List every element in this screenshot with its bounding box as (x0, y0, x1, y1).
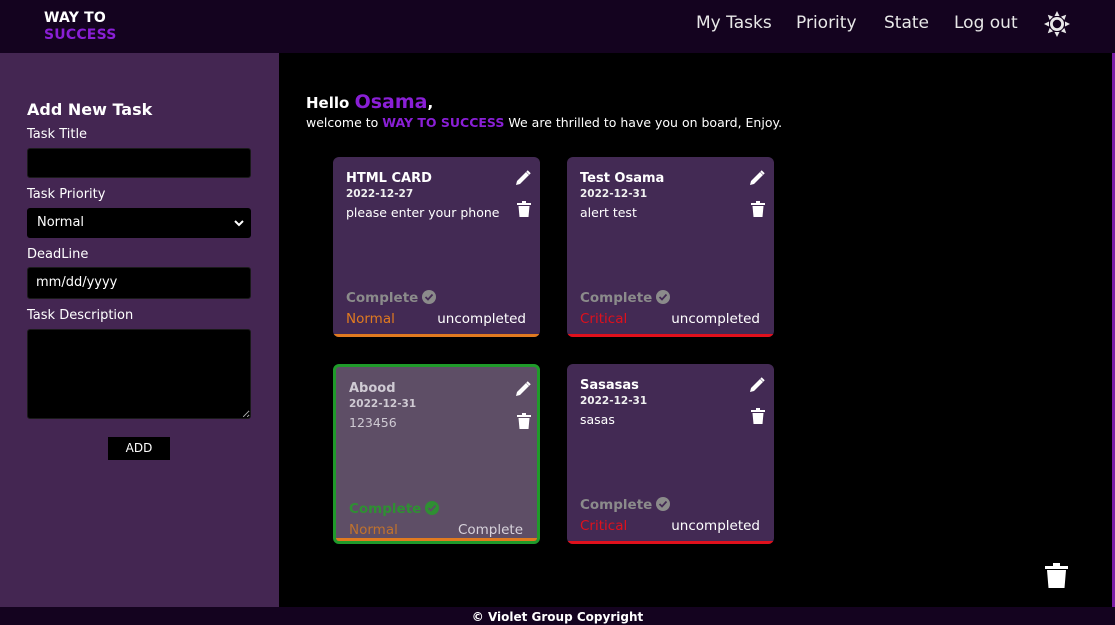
add-task-button[interactable]: ADD (108, 437, 170, 460)
mark-complete-button[interactable]: Complete (349, 501, 440, 517)
priority-bar (333, 334, 540, 337)
user-name: Osama (354, 91, 428, 113)
task-priority: Normal (349, 522, 398, 538)
task-title: Test Osama (580, 171, 665, 186)
task-status: uncompleted (671, 311, 760, 327)
nav-my-tasks[interactable]: My Tasks (696, 13, 772, 33)
trash-icon[interactable] (517, 201, 531, 217)
greeting-hello: Hello (306, 94, 350, 112)
task-title: Sasasas (580, 378, 639, 393)
welcome-suffix: We are thrilled to have you on board, En… (508, 115, 783, 130)
task-date: 2022-12-31 (349, 398, 417, 410)
task-description: sasas (580, 412, 615, 427)
welcome-message: welcome to WAY TO SUCCESS We are thrille… (306, 115, 782, 130)
brand-logo[interactable]: WAY TO SUCCESS (44, 10, 117, 44)
deadline-input[interactable]: mm/dd/yyyy (27, 267, 251, 299)
complete-label: Complete (346, 290, 419, 306)
pencil-icon[interactable] (749, 377, 765, 393)
nav-logout[interactable]: Log out (954, 13, 1018, 33)
pencil-icon[interactable] (515, 381, 531, 397)
task-card: HTML CARD 2022-12-27 please enter your p… (333, 157, 540, 337)
mark-complete-button[interactable]: Complete (580, 290, 671, 306)
task-title: Abood (349, 381, 396, 396)
complete-label: Complete (580, 497, 653, 513)
welcome-prefix: welcome to (306, 115, 379, 130)
complete-label: Complete (349, 501, 422, 517)
task-priority: Normal (346, 311, 395, 327)
task-priority: Critical (580, 311, 628, 327)
task-date: 2022-12-31 (580, 395, 648, 407)
greeting: Hello Osama, (306, 91, 433, 113)
task-title-label: Task Title (27, 127, 88, 142)
task-card-completed: Abood 2022-12-31 123456 Complete Normal … (333, 364, 540, 544)
trash-icon[interactable] (751, 408, 765, 424)
brand-line-1: WAY TO (44, 10, 106, 26)
priority-bar (567, 541, 774, 544)
pencil-icon[interactable] (515, 170, 531, 186)
greeting-comma: , (427, 94, 434, 112)
check-circle-icon (656, 497, 671, 511)
priority-bar (567, 334, 774, 337)
task-card: Test Osama 2022-12-31 alert test Complet… (567, 157, 774, 337)
check-circle-icon (422, 290, 437, 304)
mark-complete-button[interactable]: Complete (580, 497, 671, 513)
deadline-placeholder: mm/dd/yyyy (36, 275, 118, 290)
add-task-sidebar: Add New Task Task Title Task Priority No… (0, 53, 279, 607)
welcome-brand: WAY TO SUCCESS (382, 115, 505, 130)
trash-icon[interactable] (517, 413, 531, 429)
task-description: 123456 (349, 415, 397, 430)
footer: © Violet Group Copyright (0, 607, 1115, 625)
delete-all-trash-icon[interactable] (1045, 563, 1068, 588)
chevron-down-icon (234, 220, 244, 227)
task-priority-label: Task Priority (27, 187, 106, 202)
pencil-icon[interactable] (749, 170, 765, 186)
task-priority: Critical (580, 518, 628, 534)
top-navbar: WAY TO SUCCESS My Tasks Priority State L… (0, 0, 1115, 53)
task-status: Complete (457, 522, 523, 538)
nav-priority[interactable]: Priority (796, 13, 857, 33)
add-task-title: Add New Task (27, 100, 153, 119)
task-status: uncompleted (671, 518, 760, 534)
task-date: 2022-12-27 (346, 188, 414, 200)
task-description: please enter your phone (346, 205, 500, 220)
task-title-input[interactable] (27, 148, 251, 178)
task-date: 2022-12-31 (580, 188, 648, 200)
brand-line-2: SUCCESS (44, 27, 117, 43)
priority-bar (336, 538, 537, 541)
task-description-label: Task Description (27, 308, 134, 323)
mark-complete-button[interactable]: Complete (346, 290, 437, 306)
check-circle-icon (425, 501, 440, 515)
task-title: HTML CARD (346, 171, 432, 186)
deadline-label: DeadLine (27, 247, 89, 262)
complete-label: Complete (580, 290, 653, 306)
task-status: uncompleted (437, 311, 526, 327)
task-description-textarea[interactable] (27, 329, 251, 419)
check-circle-icon (656, 290, 671, 304)
nav-state[interactable]: State (884, 13, 929, 33)
task-description: alert test (580, 205, 637, 220)
trash-icon[interactable] (751, 201, 765, 217)
task-priority-select[interactable]: Normal (27, 208, 251, 238)
sun-icon[interactable] (1043, 10, 1071, 38)
task-priority-value: Normal (37, 215, 85, 230)
task-card: Sasasas 2022-12-31 sasas Complete Critic… (567, 364, 774, 544)
